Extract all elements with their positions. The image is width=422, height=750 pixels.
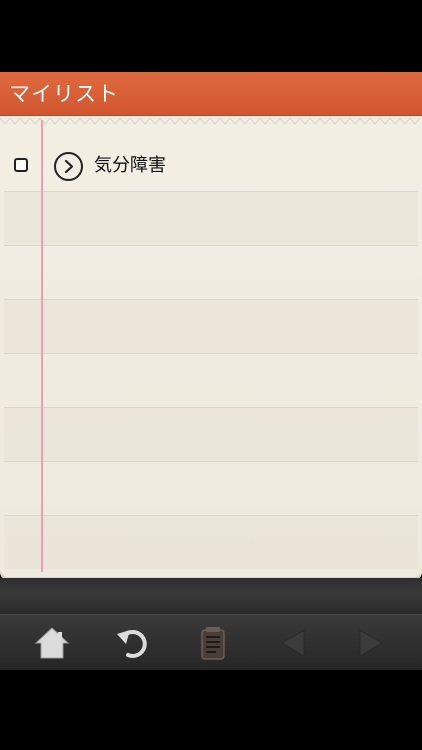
empty-row <box>4 516 418 569</box>
torn-edge <box>0 117 421 125</box>
list-item-label[interactable]: 気分障害 <box>94 155 166 177</box>
status-bar-area <box>0 0 422 72</box>
empty-row <box>4 300 418 354</box>
empty-row <box>4 246 418 300</box>
toolbar-shelf <box>0 578 422 614</box>
page-title: マイリスト <box>9 82 119 106</box>
forward-arrow-icon[interactable] <box>350 625 390 661</box>
notebook-paper: 気分障害 <box>0 116 422 580</box>
margin-line <box>41 120 43 572</box>
item-checkbox[interactable] <box>14 158 28 172</box>
empty-row <box>4 462 418 516</box>
bottom-toolbar <box>0 614 422 671</box>
empty-row <box>4 354 418 408</box>
nav-header: マイリスト <box>0 72 422 116</box>
bottom-bezel <box>0 670 422 750</box>
back-arrow-icon[interactable] <box>274 625 314 661</box>
empty-row <box>4 408 418 462</box>
refresh-icon[interactable] <box>114 625 154 661</box>
empty-row <box>4 192 418 246</box>
home-icon[interactable] <box>32 625 72 661</box>
chevron-right-circle-icon[interactable] <box>54 152 83 181</box>
notepad-icon[interactable] <box>194 625 234 661</box>
